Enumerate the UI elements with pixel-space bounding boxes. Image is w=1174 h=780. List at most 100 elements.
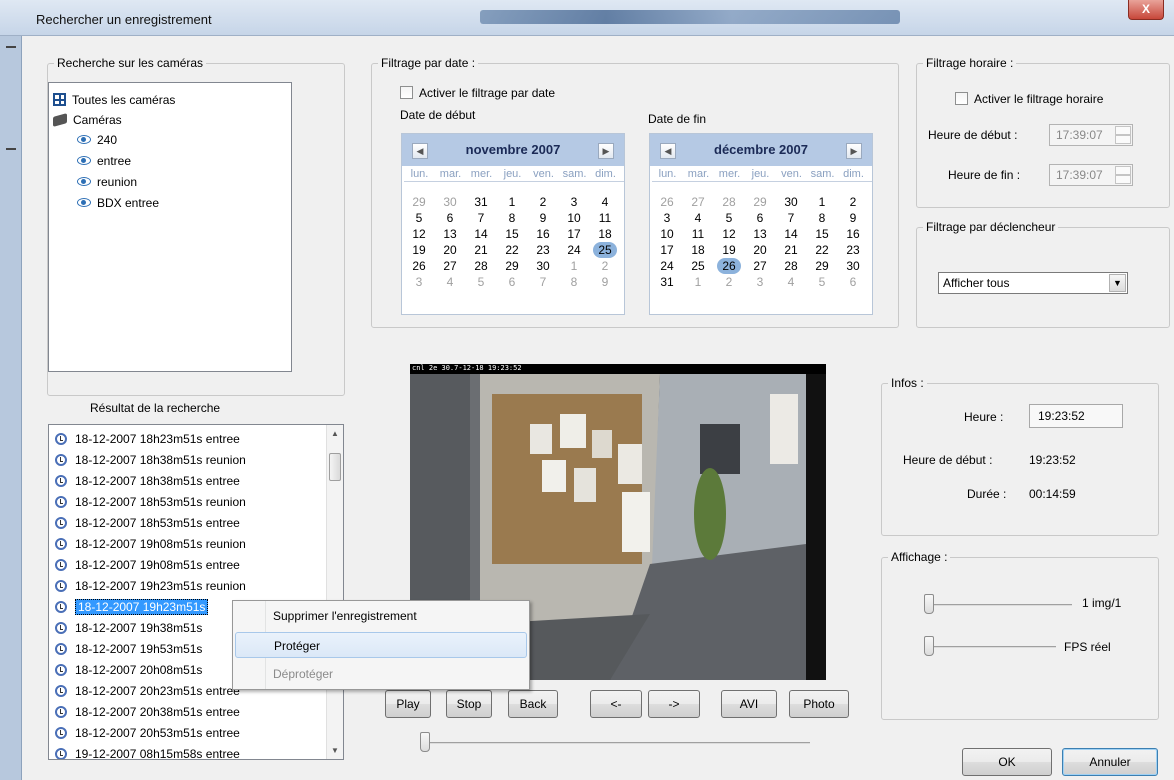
result-item[interactable]: 18-12-2007 19h23m51s reunion [55,576,246,596]
calendar-day[interactable]: 7 [779,210,803,226]
calendar-day[interactable]: 29 [407,194,431,210]
calendar-day[interactable]: 8 [810,210,834,226]
calendar-day[interactable]: 16 [531,226,555,242]
delete-recording-menu-item[interactable]: Supprimer l'enregistrement [235,603,527,629]
calendar-day[interactable]: 27 [748,258,772,274]
calendar-day[interactable]: 29 [748,194,772,210]
camera-tree[interactable]: Toutes les caméras Caméras 240 entree re… [48,82,292,372]
spin-up-button[interactable] [1115,126,1131,135]
calendar-day[interactable]: 4 [779,274,803,290]
calendar-day[interactable]: 6 [500,274,524,290]
calendar-day[interactable]: 30 [841,258,865,274]
calendar-day[interactable]: 11 [686,226,710,242]
calendar-day[interactable]: 21 [469,242,493,258]
calendar-day[interactable]: 5 [469,274,493,290]
calendar-day[interactable]: 15 [500,226,524,242]
calendar-day[interactable]: 23 [531,242,555,258]
calendar-day[interactable]: 4 [593,194,617,210]
calendar-day[interactable]: 9 [531,210,555,226]
checkbox-box[interactable] [955,92,968,105]
calendar-day[interactable]: 29 [500,258,524,274]
results-list[interactable]: 19-12-2007 08h15m58s entree 18-12-2007 20… [48,424,344,760]
calendar-day[interactable]: 28 [717,194,741,210]
calendar-day[interactable]: 5 [717,210,741,226]
protect-menu-item[interactable]: Protéger [235,632,527,658]
results-scrollbar[interactable]: ▲ ▼ [326,425,343,759]
calendar-day[interactable]: 14 [469,226,493,242]
calendar-day[interactable]: 9 [593,274,617,290]
calendar-day[interactable]: 1 [686,274,710,290]
calendar-day[interactable]: 25 [593,242,617,258]
calendar-day[interactable]: 7 [469,210,493,226]
playback-slider-thumb[interactable] [420,732,430,752]
dropdown-arrow-icon[interactable]: ▼ [1109,274,1126,292]
calendar-day[interactable]: 10 [655,226,679,242]
result-item[interactable]: 18-12-2007 18h38m51s reunion [55,450,246,470]
calendar-day[interactable]: 6 [748,210,772,226]
calendar-day[interactable]: 19 [717,242,741,258]
playback-slider-track[interactable] [420,742,810,744]
start-time-spinner[interactable]: 17:39:07 [1049,124,1133,146]
calendar-day[interactable]: 22 [810,242,834,258]
date-filter-checkbox[interactable]: Activer le filtrage par date [400,86,555,100]
calendar-day[interactable]: 12 [717,226,741,242]
checkbox-box[interactable] [400,86,413,99]
calendar-day[interactable]: 3 [748,274,772,290]
tree-item-camera[interactable]: reunion [77,173,137,191]
calendar-day[interactable]: 2 [717,274,741,290]
scroll-up-icon[interactable]: ▲ [327,425,343,442]
calendar-day[interactable]: 6 [438,210,462,226]
calendar-day[interactable]: 1 [810,194,834,210]
calendar-day[interactable]: 6 [841,274,865,290]
calendar-day[interactable]: 28 [779,258,803,274]
close-button[interactable]: X [1128,0,1164,20]
calendar-day[interactable]: 28 [469,258,493,274]
calendar-day[interactable]: 27 [686,194,710,210]
calendar-day[interactable]: 31 [469,194,493,210]
calendar-day[interactable]: 18 [593,226,617,242]
prev-frame-button[interactable]: <- [590,690,642,718]
calendar-day[interactable]: 24 [562,242,586,258]
calendar-day[interactable]: 13 [748,226,772,242]
calendar-day[interactable]: 8 [500,210,524,226]
calendar-day[interactable]: 12 [407,226,431,242]
calendar-day[interactable]: 17 [562,226,586,242]
result-item[interactable]: 18-12-2007 19h08m51s entree [55,555,240,575]
back-button[interactable]: Back [508,690,558,718]
cancel-button[interactable]: Annuler [1062,748,1158,776]
result-item[interactable]: 18-12-2007 20h53m51s entree [55,723,240,743]
photo-button[interactable]: Photo [789,690,849,718]
result-item[interactable]: 18-12-2007 18h53m51s entree [55,513,240,533]
calendar-day[interactable]: 30 [531,258,555,274]
calendar-day[interactable]: 7 [531,274,555,290]
next-month-button[interactable]: ▶ [846,143,862,159]
calendar-day[interactable]: 8 [562,274,586,290]
next-frame-button[interactable]: -> [648,690,700,718]
spin-up-button[interactable] [1115,166,1131,175]
result-item[interactable]: 18-12-2007 19h08m51s reunion [55,534,246,554]
tree-item-camera[interactable]: entree [77,152,131,170]
next-month-button[interactable]: ▶ [598,143,614,159]
play-button[interactable]: Play [385,690,431,718]
calendar-day[interactable]: 18 [686,242,710,258]
result-item[interactable]: 18-12-2007 18h23m51s entree [55,429,240,449]
fps-slider-track[interactable] [924,646,1056,648]
scroll-down-icon[interactable]: ▼ [327,742,343,759]
calendar-day[interactable]: 26 [407,258,431,274]
calendar-day[interactable]: 10 [562,210,586,226]
calendar-day[interactable]: 25 [686,258,710,274]
fps-slider-thumb[interactable] [924,636,934,656]
calendar-day[interactable]: 11 [593,210,617,226]
calendar-day[interactable]: 2 [841,194,865,210]
result-item[interactable]: 18-12-2007 18h38m51s entree [55,471,240,491]
result-item[interactable]: 19-12-2007 08h15m58s entree [55,744,240,759]
calendar-day[interactable]: 31 [655,274,679,290]
calendar-day[interactable]: 21 [779,242,803,258]
result-item[interactable]: 18-12-2007 19h23m51s [55,597,209,617]
calendar-day[interactable]: 20 [748,242,772,258]
tree-item-camera[interactable]: BDX entree [77,194,159,212]
calendar-day[interactable]: 13 [438,226,462,242]
calendar-day[interactable]: 20 [438,242,462,258]
calendar-day[interactable]: 24 [655,258,679,274]
calendar-day[interactable]: 4 [686,210,710,226]
